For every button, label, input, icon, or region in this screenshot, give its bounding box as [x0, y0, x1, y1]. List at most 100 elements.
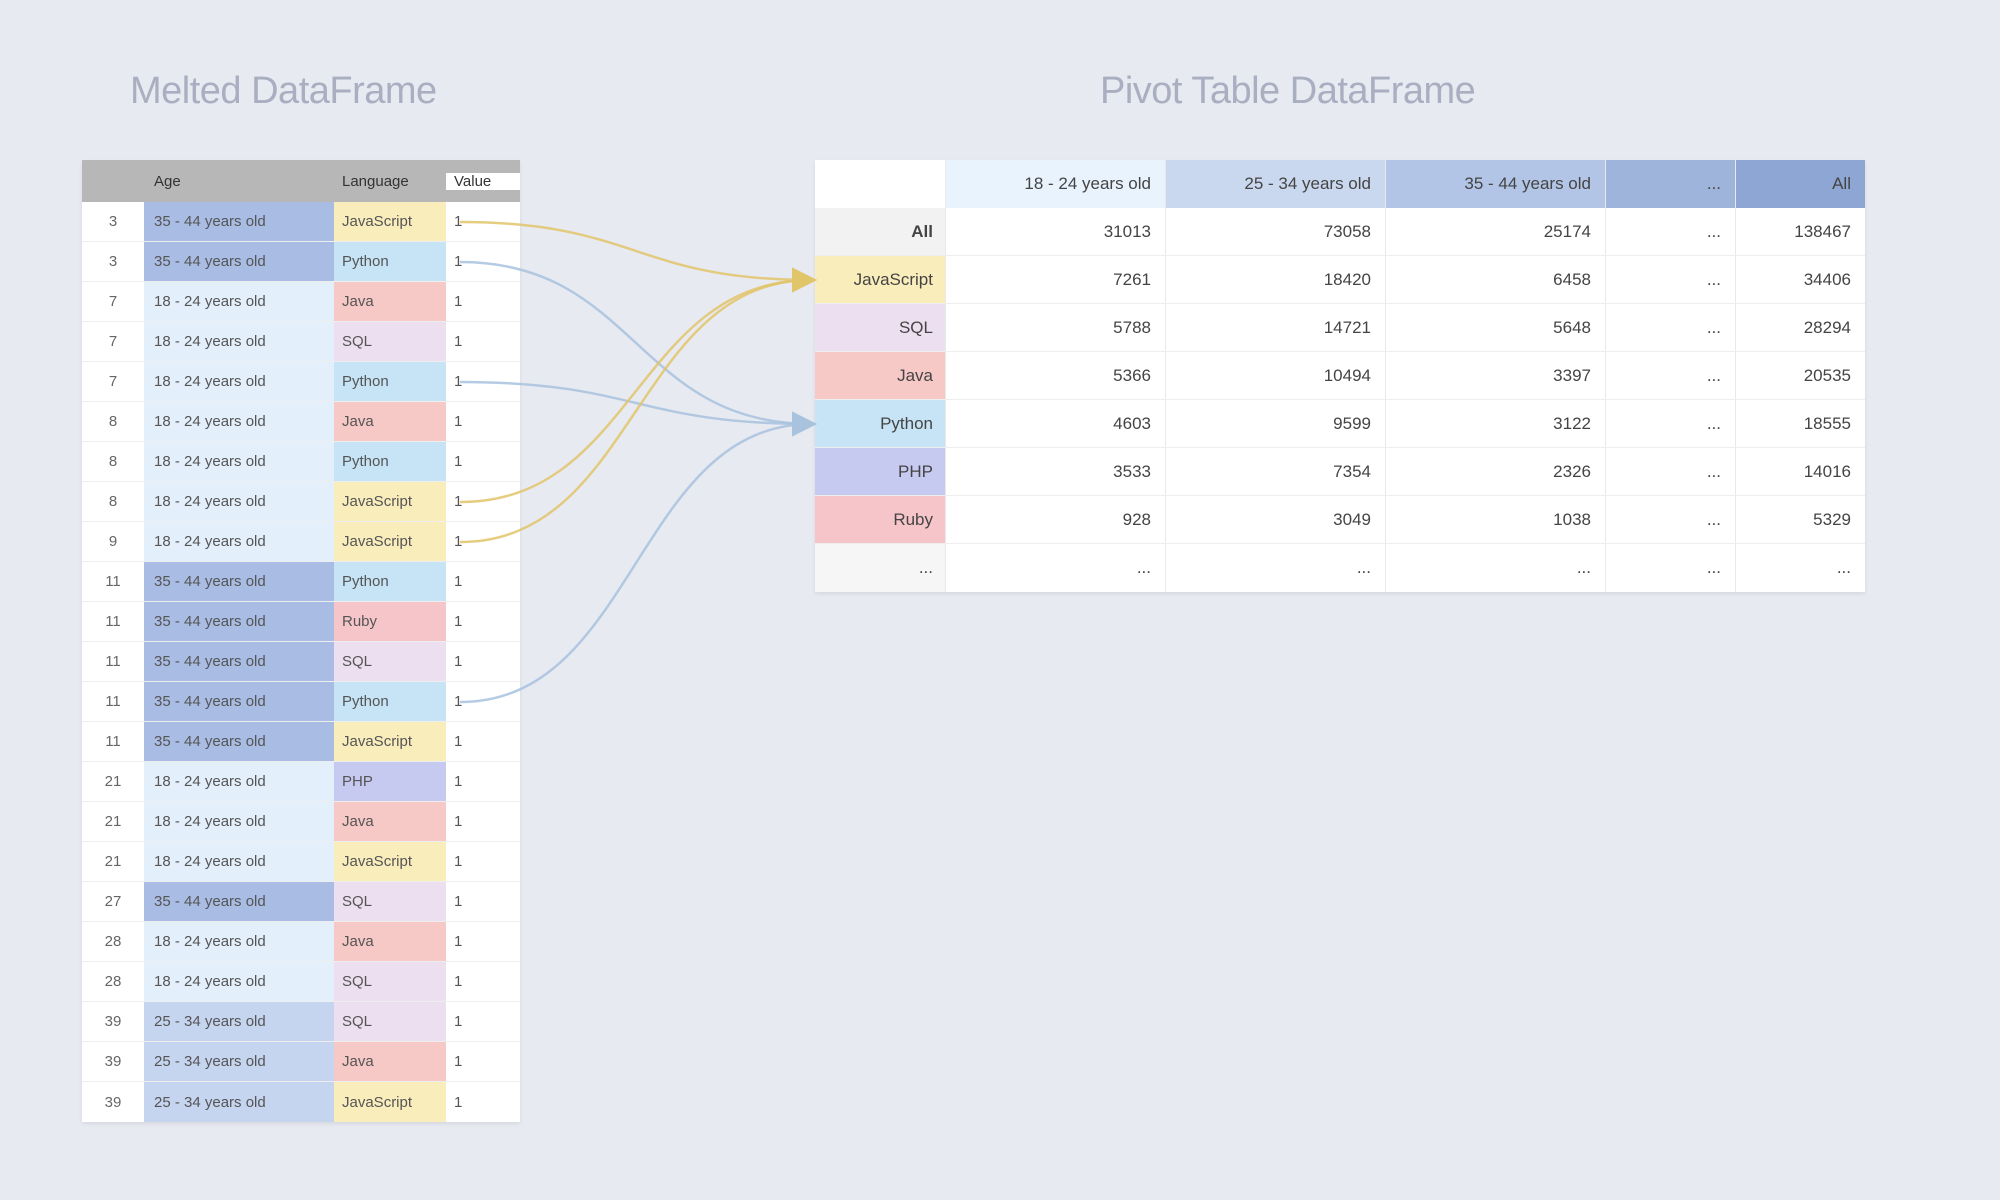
- melted-cell-index: 11: [82, 562, 144, 601]
- melted-cell-lang: JavaScript: [334, 1082, 446, 1122]
- melted-row: 718 - 24 years oldPython1: [82, 362, 520, 402]
- melted-cell-index: 21: [82, 802, 144, 841]
- pivot-cell: 4603: [945, 400, 1165, 447]
- pivot-cell: 73058: [1165, 208, 1385, 255]
- melted-cell-lang: Python: [334, 682, 446, 721]
- pivot-header-rowlabel: [815, 160, 945, 208]
- melted-row: 3925 - 34 years oldJavaScript1: [82, 1082, 520, 1122]
- pivot-cell: 28294: [1735, 304, 1865, 351]
- pivot-header: 18 - 24 years old 25 - 34 years old 35 -…: [815, 160, 1865, 208]
- melted-cell-index: 7: [82, 322, 144, 361]
- melted-cell-age: 18 - 24 years old: [144, 402, 334, 441]
- pivot-row: JavaScript7261184206458...34406: [815, 256, 1865, 304]
- melted-cell-lang: JavaScript: [334, 202, 446, 241]
- melted-cell-index: 3: [82, 202, 144, 241]
- melted-cell-value: 1: [446, 962, 520, 1001]
- pivot-cell: 928: [945, 496, 1165, 543]
- pivot-row-label: ...: [815, 544, 945, 592]
- melted-row: 818 - 24 years oldPython1: [82, 442, 520, 482]
- pivot-cell: ...: [1605, 256, 1735, 303]
- melted-cell-age: 18 - 24 years old: [144, 842, 334, 881]
- melted-header-age: Age: [144, 173, 334, 190]
- melted-row: 1135 - 44 years oldJavaScript1: [82, 722, 520, 762]
- pivot-header-col: All: [1735, 160, 1865, 208]
- melted-cell-value: 1: [446, 522, 520, 561]
- pivot-cell: ...: [1605, 544, 1735, 592]
- melted-row: 3925 - 34 years oldJava1: [82, 1042, 520, 1082]
- melted-row: 335 - 44 years oldJavaScript1: [82, 202, 520, 242]
- melted-cell-lang: JavaScript: [334, 482, 446, 521]
- title-pivot: Pivot Table DataFrame: [1100, 70, 1475, 113]
- pivot-cell: 5366: [945, 352, 1165, 399]
- melted-cell-age: 35 - 44 years old: [144, 242, 334, 281]
- pivot-cell: ...: [1165, 544, 1385, 592]
- melted-cell-value: 1: [446, 802, 520, 841]
- pivot-row-label: JavaScript: [815, 256, 945, 303]
- melted-cell-index: 7: [82, 282, 144, 321]
- pivot-cell: 138467: [1735, 208, 1865, 255]
- pivot-row-label: SQL: [815, 304, 945, 351]
- melted-cell-lang: Python: [334, 562, 446, 601]
- pivot-header-col: ...: [1605, 160, 1735, 208]
- melted-row: 2735 - 44 years oldSQL1: [82, 882, 520, 922]
- melted-cell-index: 28: [82, 922, 144, 961]
- melted-cell-lang: JavaScript: [334, 722, 446, 761]
- melted-row: 2818 - 24 years oldSQL1: [82, 962, 520, 1002]
- pivot-cell: 6458: [1385, 256, 1605, 303]
- melted-cell-age: 18 - 24 years old: [144, 282, 334, 321]
- melted-row: 818 - 24 years oldJavaScript1: [82, 482, 520, 522]
- melted-cell-value: 1: [446, 762, 520, 801]
- pivot-row: Java5366104943397...20535: [815, 352, 1865, 400]
- melted-cell-age: 35 - 44 years old: [144, 682, 334, 721]
- melted-cell-age: 25 - 34 years old: [144, 1002, 334, 1041]
- melted-cell-index: 11: [82, 642, 144, 681]
- pivot-cell: 7261: [945, 256, 1165, 303]
- pivot-cell: 3122: [1385, 400, 1605, 447]
- melted-cell-value: 1: [446, 722, 520, 761]
- melted-cell-index: 28: [82, 962, 144, 1001]
- melted-row: 1135 - 44 years oldSQL1: [82, 642, 520, 682]
- melted-cell-age: 18 - 24 years old: [144, 962, 334, 1001]
- melted-cell-index: 21: [82, 762, 144, 801]
- melted-cell-index: 3: [82, 242, 144, 281]
- pivot-cell: ...: [1605, 352, 1735, 399]
- melted-cell-lang: PHP: [334, 762, 446, 801]
- melted-cell-age: 35 - 44 years old: [144, 642, 334, 681]
- pivot-cell: ...: [1385, 544, 1605, 592]
- melted-cell-lang: Java: [334, 802, 446, 841]
- pivot-row-label: Python: [815, 400, 945, 447]
- melted-cell-lang: SQL: [334, 1002, 446, 1041]
- melted-cell-value: 1: [446, 642, 520, 681]
- melted-row: 718 - 24 years oldJava1: [82, 282, 520, 322]
- pivot-row: Python460395993122...18555: [815, 400, 1865, 448]
- pivot-cell: ...: [1605, 496, 1735, 543]
- melted-cell-age: 35 - 44 years old: [144, 602, 334, 641]
- pivot-cell: 3049: [1165, 496, 1385, 543]
- pivot-cell: 5329: [1735, 496, 1865, 543]
- pivot-row-label: PHP: [815, 448, 945, 495]
- melted-cell-age: 25 - 34 years old: [144, 1042, 334, 1081]
- pivot-row: SQL5788147215648...28294: [815, 304, 1865, 352]
- melted-cell-age: 18 - 24 years old: [144, 362, 334, 401]
- pivot-cell: 9599: [1165, 400, 1385, 447]
- melted-cell-age: 35 - 44 years old: [144, 202, 334, 241]
- melted-cell-lang: SQL: [334, 882, 446, 921]
- melted-cell-index: 7: [82, 362, 144, 401]
- melted-cell-value: 1: [446, 842, 520, 881]
- melted-cell-value: 1: [446, 282, 520, 321]
- pivot-header-col: 25 - 34 years old: [1165, 160, 1385, 208]
- melted-cell-value: 1: [446, 402, 520, 441]
- pivot-cell: 14016: [1735, 448, 1865, 495]
- pivot-row-label: All: [815, 208, 945, 255]
- pivot-cell: 1038: [1385, 496, 1605, 543]
- pivot-cell: 18555: [1735, 400, 1865, 447]
- melted-cell-index: 9: [82, 522, 144, 561]
- melted-cell-value: 1: [446, 562, 520, 601]
- melted-cell-index: 11: [82, 682, 144, 721]
- pivot-row-label: Java: [815, 352, 945, 399]
- pivot-table: 18 - 24 years old 25 - 34 years old 35 -…: [815, 160, 1865, 592]
- pivot-row: Ruby92830491038...5329: [815, 496, 1865, 544]
- melted-cell-index: 8: [82, 402, 144, 441]
- melted-cell-index: 27: [82, 882, 144, 921]
- melted-row: 2818 - 24 years oldJava1: [82, 922, 520, 962]
